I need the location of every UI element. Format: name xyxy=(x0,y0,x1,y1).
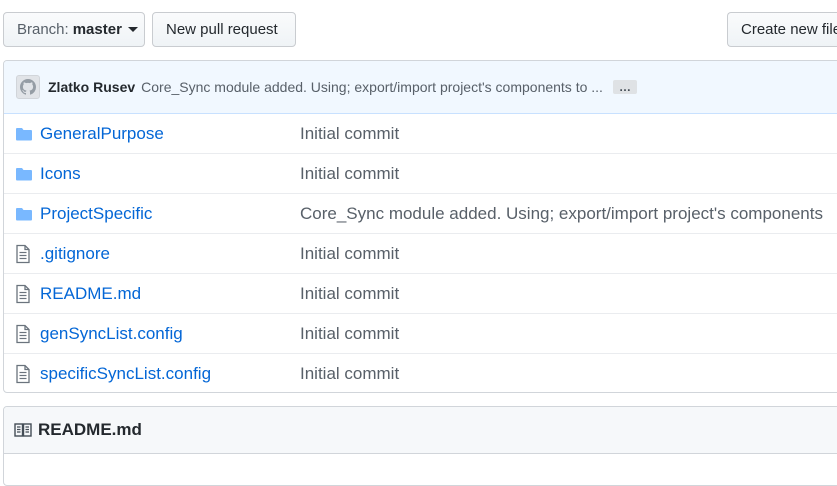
file-icon xyxy=(15,324,31,343)
file-row[interactable]: genSyncList.config Initial commit xyxy=(4,313,837,353)
readme-title[interactable]: README.md xyxy=(38,420,142,440)
file-name-link[interactable]: GeneralPurpose xyxy=(40,124,164,144)
file-browser: Zlatko Rusev Core_Sync module added. Usi… xyxy=(3,60,837,393)
file-icon xyxy=(15,284,31,303)
file-commit-message[interactable]: Initial commit xyxy=(300,324,399,344)
file-name-link[interactable]: genSyncList.config xyxy=(40,324,183,344)
file-commit-message[interactable]: Initial commit xyxy=(300,244,399,264)
file-row[interactable]: specificSyncList.config Initial commit xyxy=(4,353,837,392)
folder-icon xyxy=(15,206,33,221)
latest-commit-bar: Zlatko Rusev Core_Sync module added. Usi… xyxy=(4,61,837,114)
file-row[interactable]: GeneralPurpose Initial commit xyxy=(4,114,837,153)
readme-header: README.md xyxy=(4,407,837,454)
file-row[interactable]: README.md Initial commit xyxy=(4,273,837,313)
caret-down-icon xyxy=(127,27,138,32)
file-row[interactable]: ProjectSpecific Core_Sync module added. U… xyxy=(4,193,837,233)
file-name-link[interactable]: Icons xyxy=(40,164,81,184)
file-commit-message[interactable]: Initial commit xyxy=(300,364,399,384)
file-row[interactable]: .gitignore Initial commit xyxy=(4,233,837,273)
folder-icon xyxy=(15,166,33,181)
file-name-link[interactable]: ProjectSpecific xyxy=(40,204,152,224)
book-icon xyxy=(14,422,32,438)
file-commit-message[interactable]: Initial commit xyxy=(300,164,399,184)
file-commit-message[interactable]: Initial commit xyxy=(300,284,399,304)
commit-author[interactable]: Zlatko Rusev xyxy=(48,79,135,95)
readme-box: README.md xyxy=(3,406,837,486)
file-icon xyxy=(15,364,31,383)
expand-commit-button[interactable]: … xyxy=(612,80,637,94)
commit-message[interactable]: Core_Sync module added. Using; export/im… xyxy=(141,79,603,95)
file-commit-message[interactable]: Core_Sync module added. Using; export/im… xyxy=(300,204,823,224)
file-name-link[interactable]: README.md xyxy=(40,284,141,304)
file-icon xyxy=(15,244,31,263)
branch-name-label: master xyxy=(72,21,122,38)
branch-select-button[interactable]: Branch: master xyxy=(3,12,145,47)
folder-icon xyxy=(15,126,33,141)
file-name-link[interactable]: .gitignore xyxy=(40,244,110,264)
author-avatar[interactable] xyxy=(16,75,40,99)
github-icon xyxy=(20,79,36,95)
file-row[interactable]: Icons Initial commit xyxy=(4,153,837,193)
create-new-file-button[interactable]: Create new file xyxy=(727,12,837,47)
new-pull-request-button[interactable]: New pull request xyxy=(152,12,296,47)
branch-prefix-label: Branch: xyxy=(17,21,69,38)
file-name-link[interactable]: specificSyncList.config xyxy=(40,364,211,384)
file-list: GeneralPurpose Initial commit Icons Initial… xyxy=(4,114,837,392)
file-commit-message[interactable]: Initial commit xyxy=(300,124,399,144)
